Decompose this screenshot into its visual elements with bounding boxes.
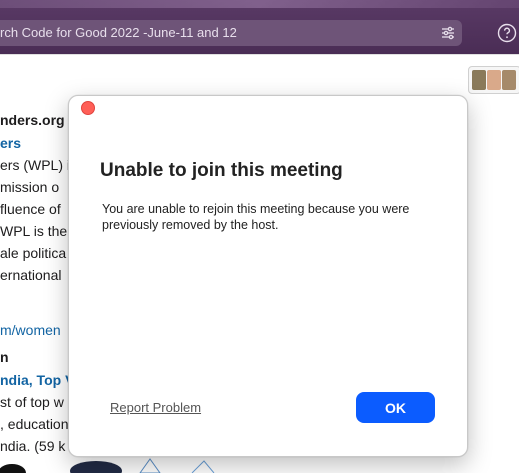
help-icon[interactable] [497, 23, 517, 43]
attachment-text: st of top w [0, 394, 64, 410]
attachment-text: ndia. (59 k [0, 438, 66, 454]
message-link[interactable]: m/women [0, 322, 61, 338]
ok-button[interactable]: OK [356, 392, 435, 423]
avatar [502, 70, 516, 90]
attachment-text: fluence of [0, 201, 61, 217]
close-button[interactable] [81, 101, 95, 115]
attachment-text: ers (WPL) i [0, 157, 70, 173]
report-problem-link[interactable]: Report Problem [110, 400, 201, 415]
attachment-text: WPL is the [0, 223, 68, 239]
attachment-title[interactable]: nders.org [0, 112, 65, 128]
filter-icon[interactable] [440, 25, 456, 41]
dialog-title: Unable to join this meeting [100, 160, 343, 181]
attachment-text: ale politica [0, 245, 67, 261]
meeting-error-dialog: Unable to join this meeting You are unab… [68, 95, 468, 457]
top-bar: rch Code for Good 2022 -June-11 and 12 [0, 0, 519, 54]
avatar [487, 70, 501, 90]
attachment-text: ernational [0, 267, 62, 283]
attachment-title[interactable]: n [0, 349, 9, 365]
image-previews [0, 458, 215, 473]
top-bar-tint [0, 0, 519, 8]
search-text: rch Code for Good 2022 -June-11 and 12 [0, 25, 237, 40]
attachment-link[interactable]: ers [0, 135, 21, 151]
attachment-link[interactable]: ndia, Top V [0, 372, 74, 388]
attachment-text: mission o [0, 179, 60, 195]
search-bar[interactable]: rch Code for Good 2022 -June-11 and 12 [0, 20, 462, 46]
dialog-message: You are unable to rejoin this meeting be… [102, 202, 410, 232]
divider [0, 54, 519, 55]
avatar [472, 70, 486, 90]
attachment-text: , education [0, 416, 69, 432]
avatar-stack[interactable] [468, 66, 519, 94]
